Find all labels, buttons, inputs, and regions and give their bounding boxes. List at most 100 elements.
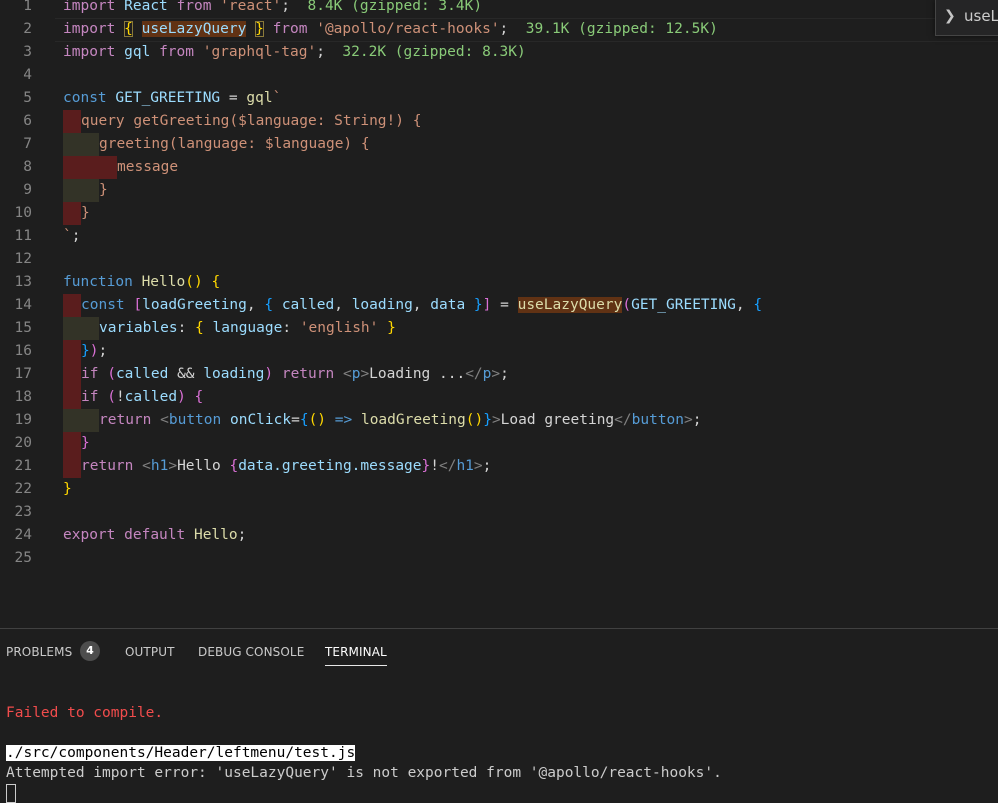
tab-problems[interactable]: PROBLEMS <box>6 643 72 665</box>
line-number: 7 <box>23 136 32 152</box>
keyword: function <box>63 274 133 290</box>
keyword: from <box>272 21 308 37</box>
indent-guide <box>63 409 99 432</box>
line-number: 8 <box>23 159 32 175</box>
code-line-23[interactable]: 23 <box>0 501 998 524</box>
bottom-panel: PROBLEMS OUTPUT DEBUG CONSOLE TERMINAL F… <box>0 628 998 803</box>
line-number: 13 <box>14 274 32 290</box>
line-number: 1 <box>23 0 32 14</box>
indent-guide-error <box>63 110 81 133</box>
code-line-2[interactable]: 2 import { useLazyQuery } from '@apollo/… <box>0 18 998 41</box>
tab-debug-console[interactable]: DEBUG CONSOLE <box>198 643 304 665</box>
bracket-close: } <box>255 21 264 37</box>
code-line-15[interactable]: 15 variables: { language: 'english' } <box>0 317 998 340</box>
indent-guide-error <box>63 386 81 409</box>
indent-guide-error <box>63 202 81 225</box>
import-size: 32.2K (gzipped: 8.3K) <box>342 44 526 60</box>
line-number: 18 <box>14 389 32 405</box>
line-number: 25 <box>14 550 32 566</box>
identifier-highlight: useLazyQuery <box>517 297 623 313</box>
file-path-link[interactable]: ./src/components/Header/leftmenu/test.js <box>6 745 356 761</box>
line-number: 22 <box>14 481 32 497</box>
indent-guide-error <box>63 294 81 317</box>
code-line-17[interactable]: 17 if (called && loading) return <p>Load… <box>0 363 998 386</box>
code-line-1[interactable]: 1 import React from 'react'; 8.4K (gzipp… <box>0 0 998 18</box>
line-number: 3 <box>23 44 32 60</box>
template-string: message <box>117 159 179 175</box>
line-number: 2 <box>23 21 32 37</box>
module-string: 'react' <box>220 0 282 14</box>
line-number: 21 <box>14 458 32 474</box>
code-editor[interactable]: 1 import React from 'react'; 8.4K (gzipp… <box>0 0 998 628</box>
code-line-4[interactable]: 4 <box>0 64 998 87</box>
code-line-19[interactable]: 19 return <button onClick={() => loadGre… <box>0 409 998 432</box>
chevron-right-icon[interactable]: ❯ <box>944 8 956 24</box>
indent-guide <box>63 133 99 156</box>
code-line-14[interactable]: 14 const [loadGreeting, { called, loadin… <box>0 294 998 317</box>
line-number: 14 <box>14 297 32 313</box>
indent-guide-error <box>63 455 81 478</box>
line-number: 12 <box>14 251 32 267</box>
peek-widget[interactable]: ❯ useLa <box>935 0 998 36</box>
module-string: '@apollo/react-hooks' <box>316 21 500 37</box>
code-line-24[interactable]: 24 export default Hello; <box>0 524 998 547</box>
code-line-22[interactable]: 22 } <box>0 478 998 501</box>
code-line-5[interactable]: 5 const GET_GREETING = gql` <box>0 87 998 110</box>
tab-terminal[interactable]: TERMINAL <box>325 643 387 666</box>
import-size: 8.4K (gzipped: 3.4K) <box>307 0 483 14</box>
keyword: import <box>63 21 116 37</box>
code-line-10[interactable]: 10 } <box>0 202 998 225</box>
module-string: 'graphql-tag' <box>202 44 317 60</box>
terminal-cursor <box>6 783 16 803</box>
template-string: greeting(language: $language) { <box>99 136 370 152</box>
identifier-highlight: useLazyQuery <box>141 21 247 37</box>
line-number: 6 <box>23 113 32 129</box>
line-number: 20 <box>14 435 32 451</box>
bracket-open: { <box>124 21 133 37</box>
indent-guide-error <box>63 156 117 179</box>
keyword: from <box>176 0 212 14</box>
line-number: 4 <box>23 67 32 83</box>
code-line-11[interactable]: 11 `; <box>0 225 998 248</box>
line-number: 10 <box>14 205 32 221</box>
tab-output[interactable]: OUTPUT <box>125 643 175 665</box>
template-string: } <box>81 205 90 221</box>
indent-guide-error <box>63 340 81 363</box>
function-name: Hello <box>141 274 186 290</box>
indent-guide-error <box>63 432 81 455</box>
line-number: 17 <box>14 366 32 382</box>
code-line-25[interactable]: 25 <box>0 547 998 570</box>
indent-guide <box>63 179 99 202</box>
template-string: } <box>99 182 108 198</box>
line-number: 23 <box>14 504 32 520</box>
identifier: GET_GREETING <box>115 90 221 106</box>
keyword: from <box>159 44 194 60</box>
code-line-12[interactable]: 12 <box>0 248 998 271</box>
line-number: 11 <box>14 228 32 244</box>
identifier: gql <box>124 44 151 60</box>
line-number: 19 <box>14 412 32 428</box>
line-number: 5 <box>23 90 32 106</box>
keyword: import <box>63 0 116 14</box>
code-line-8[interactable]: 8 message <box>0 156 998 179</box>
code-line-16[interactable]: 16 }); <box>0 340 998 363</box>
error-title: Failed to compile. <box>6 705 164 721</box>
keyword: const <box>63 90 107 106</box>
line-number: 9 <box>23 182 32 198</box>
code-line-20[interactable]: 20 } <box>0 432 998 455</box>
code-line-21[interactable]: 21 return <h1>Hello {data.greeting.messa… <box>0 455 998 478</box>
line-number: 15 <box>14 320 32 336</box>
code-line-6[interactable]: 6 query getGreeting($language: String!) … <box>0 110 998 133</box>
code-line-18[interactable]: 18 if (!called) { <box>0 386 998 409</box>
keyword: import <box>63 44 116 60</box>
code-line-9[interactable]: 9 } <box>0 179 998 202</box>
peek-widget-label: useLa <box>964 7 998 25</box>
indent-guide <box>63 317 99 340</box>
panel-tabs: PROBLEMS OUTPUT DEBUG CONSOLE TERMINAL <box>0 629 998 675</box>
code-line-7[interactable]: 7 greeting(language: $language) { <box>0 133 998 156</box>
code-line-3[interactable]: 3 import gql from 'graphql-tag'; 32.2K (… <box>0 41 998 64</box>
line-number: 16 <box>14 343 32 359</box>
code-line-13[interactable]: 13 function Hello() { <box>0 271 998 294</box>
terminal-output[interactable]: Failed to compile. ./src/components/Head… <box>6 683 996 803</box>
template-string: query getGreeting($language: String!) { <box>81 113 422 129</box>
